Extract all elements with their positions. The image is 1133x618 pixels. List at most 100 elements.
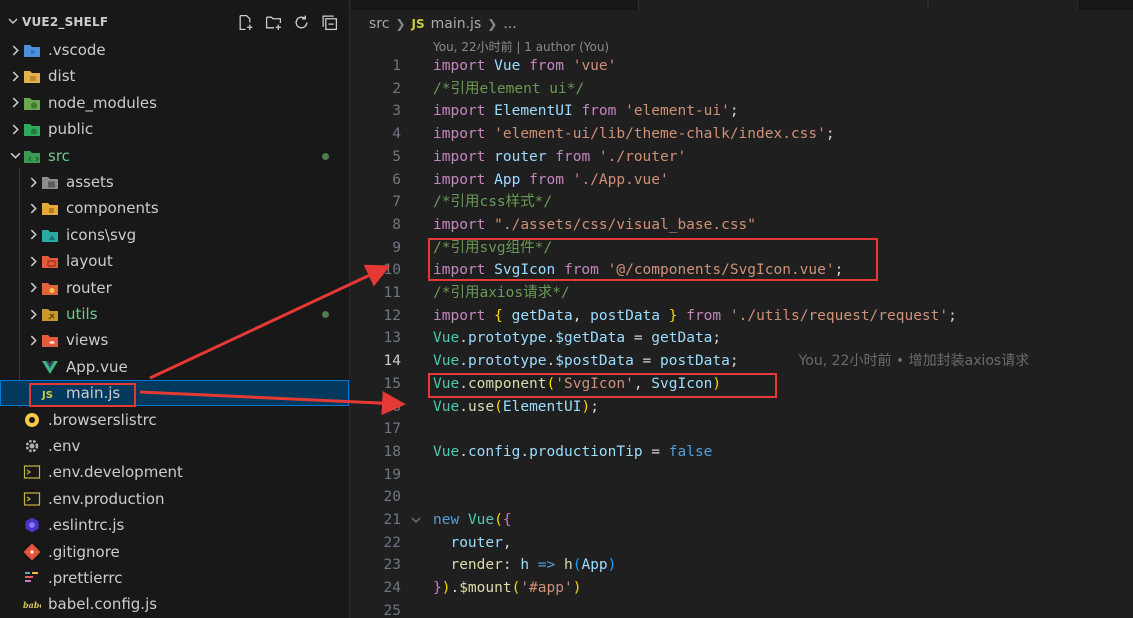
tab-strip [351,0,1133,10]
tree-item[interactable]: App.vue [0,354,349,380]
tree-item[interactable]: babel babel.config.js [0,591,349,617]
code-line[interactable]: 25 [351,600,1133,618]
tree-item[interactable]: utils [0,301,349,327]
tree-item[interactable]: .env.development [0,459,349,485]
js-file-icon: JS [40,383,60,403]
code-line[interactable]: 12 import { getData, postData } from './u… [351,305,1133,328]
code-line[interactable]: 3 import ElementUI from 'element-ui'; [351,100,1133,123]
code-line[interactable]: 24}).$mount('#app') [351,577,1133,600]
tree-item-label: main.js [66,384,121,403]
tree-item-label: layout [66,252,113,271]
breadcrumb-file[interactable]: main.js [431,16,482,32]
tree-item[interactable]: .browserslistrc [0,407,349,433]
code-line[interactable]: 7 /*引用css样式*/ [351,191,1133,214]
code-line[interactable]: 1 import Vue from 'vue' [351,55,1133,78]
code-text: import ElementUI from 'element-ui'; [433,100,739,123]
breadcrumb-folder[interactable]: src [369,16,389,32]
code-token: postData [660,353,730,370]
tree-item[interactable]: .eslintrc.js [0,512,349,538]
code-line[interactable]: 13 Vue.prototype.$getData = getData; [351,327,1133,350]
tree-item[interactable]: .gitignore [0,539,349,565]
tree-item[interactable]: layout [0,248,349,274]
tree-item[interactable]: node_modules [0,90,349,116]
code-token: = [633,353,661,370]
code-line[interactable]: 4 import 'element-ui/lib/theme-chalk/inde… [351,123,1133,146]
js-file-icon: JS [411,17,425,31]
code-line[interactable]: 20 [351,486,1133,509]
code-text: new Vue({ [433,509,512,532]
code-token: 'element-ui' [625,103,730,120]
tree-item[interactable]: assets [0,169,349,195]
tree-item[interactable]: .prettierrc [0,565,349,591]
tree-item[interactable]: components [0,195,349,221]
code-editor[interactable]: src ❯ JS main.js ❯ ... You, 22小时前 | 1 au… [351,0,1133,618]
code-line[interactable]: 16 Vue.use(ElementUI); [351,396,1133,419]
code-text: Vue.prototype.$getData = getData; [433,327,721,350]
code-token: ; [712,330,722,347]
code-line[interactable]: 23 render: h => h(App) [351,554,1133,577]
tree-item[interactable]: dist [0,63,349,89]
tree-item[interactable]: router [0,275,349,301]
collapse-all-icon[interactable] [320,13,339,32]
code-token: 'element-ui/lib/theme-chalk/index.css' [494,126,826,143]
code-token: prototype [467,330,547,347]
code-token: postData [590,307,661,324]
explorer-actions [236,13,349,32]
fold-chevron-icon[interactable] [411,509,421,533]
codelens-blame[interactable]: You, 22小时前 | 1 author (You) [433,38,609,55]
code-line[interactable]: 9 /*引用svg组件*/ [351,237,1133,260]
tree-item[interactable]: views [0,327,349,353]
code-token: = [642,443,669,460]
code-token: config [467,443,521,460]
code-line[interactable]: 10 import SvgIcon from '@/components/SvgI… [351,259,1133,282]
chevron-right-icon [26,327,40,353]
line-number: 14 [383,353,401,370]
tree-item[interactable]: src [0,143,349,169]
code-line[interactable]: 22 router, [351,532,1133,555]
code-line[interactable]: 6 import App from './App.vue' [351,169,1133,192]
tree-item[interactable]: public [0,116,349,142]
gear-icon [22,436,42,456]
code-token: ) [572,580,582,597]
new-file-icon[interactable] [236,13,255,32]
tree-item[interactable]: icons\svg [0,222,349,248]
code-line[interactable]: 5 import router from './router' [351,146,1133,169]
code-line[interactable]: 18 Vue.config.productionTip = false [351,441,1133,464]
code-line[interactable]: 21 new Vue({ [351,509,1133,532]
tree-item-label: App.vue [66,357,128,376]
tree-item-label: public [48,120,94,139]
code-line[interactable]: 17 [351,418,1133,441]
code-line[interactable]: 15 Vue.component('SvgIcon', SvgIcon) [351,373,1133,396]
tree-item-label: .gitignore [48,542,120,561]
refresh-icon[interactable] [292,13,311,32]
code-token: ) [581,398,591,415]
tree-item[interactable]: .env.production [0,486,349,512]
code-line[interactable]: 11 /*引用axios请求*/ [351,282,1133,305]
tree-item[interactable]: .vscode [0,37,349,63]
editor-tab[interactable] [638,0,928,10]
code-token: from [529,58,564,74]
new-folder-icon[interactable] [264,13,283,32]
code-line[interactable]: 19 [351,464,1133,487]
chevron-right-icon [26,195,40,221]
chevron-right-icon [26,222,40,248]
editor-tab[interactable] [928,0,1078,10]
line-number: 13 [383,330,401,347]
code-line[interactable]: 14 Vue.prototype.$postData = postData; You… [351,350,1133,373]
tree-item[interactable]: .env [0,433,349,459]
code-line[interactable]: 8 import "./assets/css/visual_base.css" [351,214,1133,237]
code-line[interactable]: 2 /*引用element ui*/ [351,78,1133,101]
breadcrumb-symbols[interactable]: ... [503,16,516,32]
tree-item[interactable]: JS main.js [0,380,349,407]
